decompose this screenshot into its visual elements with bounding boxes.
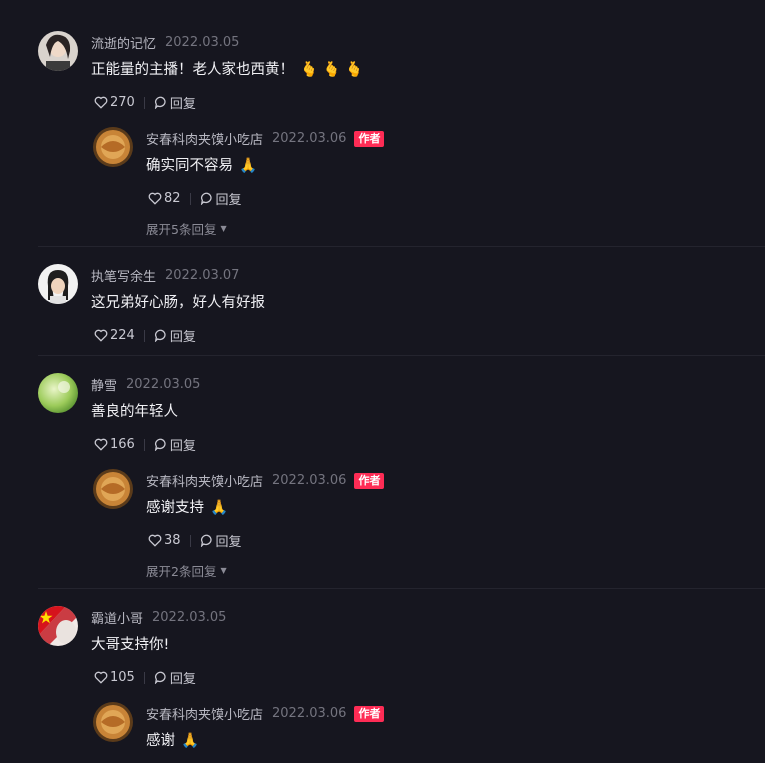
comment-date: 2022.03.05 [165, 35, 240, 50]
comment-text: 正能量的主播！老人家也西黄！ [91, 62, 294, 78]
reply-text: 感谢 [146, 733, 175, 749]
reply-button[interactable]: 回复 [154, 93, 196, 112]
comment-text: 大哥支持你! [91, 637, 170, 653]
like-count: 105 [110, 670, 135, 685]
author-avatar[interactable] [93, 127, 133, 167]
reply-button[interactable]: 回复 [154, 435, 196, 454]
divider [143, 96, 145, 109]
comment-bubble-icon [200, 192, 212, 205]
reply-label: 回复 [215, 535, 242, 550]
comment-2: 执笔写余生 2022.03.07 这兄弟好心肠，好人有好报 224 回复 [0, 247, 765, 365]
author-badge: 作者 [354, 705, 385, 722]
divider [143, 329, 145, 342]
comment-text: 这兄弟好心肠，好人有好报 [91, 295, 265, 311]
divider [143, 438, 145, 451]
like-count: 82 [164, 191, 181, 206]
author-avatar[interactable] [93, 469, 133, 509]
like-count: 224 [110, 328, 135, 343]
username[interactable]: 流逝的记忆 [91, 33, 156, 52]
heart-icon [94, 671, 108, 684]
reply-label: 回复 [215, 193, 242, 208]
like-button[interactable]: 82 [148, 191, 181, 206]
reply-text: 感谢支持 [146, 500, 204, 516]
avatar[interactable] [38, 373, 78, 413]
reply-text: 确实同不容易 [146, 158, 233, 174]
reply-label: 回复 [169, 439, 196, 454]
reply-label: 回复 [169, 672, 196, 687]
divider [143, 671, 145, 684]
heart-icon [94, 438, 108, 451]
comment-date: 2022.03.07 [165, 268, 240, 283]
username[interactable]: 静雪 [91, 375, 117, 394]
expand-replies-button[interactable]: 展开2条回复 ▼ [146, 561, 227, 580]
caret-down-icon: ▼ [220, 566, 227, 575]
comment-bubble-icon [200, 534, 212, 547]
comment-bubble-icon [154, 96, 166, 109]
comment-date: 2022.03.05 [152, 610, 227, 625]
reply-label: 回复 [169, 97, 196, 112]
heart-icon [148, 192, 162, 205]
comment-bubble-icon [154, 329, 166, 342]
reply-button[interactable]: 回复 [154, 326, 196, 345]
author-avatar[interactable] [93, 702, 133, 742]
heart-icon [94, 329, 108, 342]
like-button[interactable]: 166 [94, 437, 135, 452]
heart-icon [148, 534, 162, 547]
like-count: 166 [110, 437, 135, 452]
comment-text: 善良的年轻人 [91, 404, 178, 420]
avatar[interactable] [38, 606, 78, 646]
caret-down-icon: ▼ [220, 224, 227, 233]
avatar[interactable] [38, 31, 78, 71]
comment-1: 流逝的记忆 2022.03.05 正能量的主播！老人家也西黄！ 🫰 🫰 🫰 270… [0, 0, 765, 245]
like-button[interactable]: 270 [94, 95, 135, 110]
expand-replies-button[interactable]: 展开5条回复 ▼ [146, 219, 227, 238]
username[interactable]: 安春科肉夹馍小吃店 [146, 471, 263, 490]
expand-label: 展开5条回复 [146, 222, 217, 237]
comment-bubble-icon [154, 671, 166, 684]
like-button[interactable]: 224 [94, 328, 135, 343]
username[interactable]: 执笔写余生 [91, 266, 156, 285]
comment-bubble-icon [154, 438, 166, 451]
reply-button[interactable]: 回复 [200, 189, 242, 208]
author-badge: 作者 [354, 130, 385, 147]
emoji: 🙏 [239, 158, 258, 174]
reply-label: 回复 [169, 330, 196, 345]
emoji: 🙏 [181, 733, 200, 749]
comment-date: 2022.03.05 [126, 377, 201, 392]
like-button[interactable]: 38 [148, 533, 181, 548]
like-count: 38 [164, 533, 181, 548]
username[interactable]: 安春科肉夹馍小吃店 [146, 704, 263, 723]
divider [189, 534, 191, 547]
author-badge: 作者 [354, 472, 385, 489]
comment-date: 2022.03.06 [272, 473, 347, 488]
divider [189, 192, 191, 205]
comment-date: 2022.03.06 [272, 706, 347, 721]
emoji: 🙏 [210, 500, 229, 516]
username[interactable]: 安春科肉夹馍小吃店 [146, 129, 263, 148]
username[interactable]: 霸道小哥 [91, 608, 143, 627]
reply-button[interactable]: 回复 [154, 668, 196, 687]
comment-3: 静雪 2022.03.05 善良的年轻人 166 回复 安春科肉夹馍小吃店 20… [0, 356, 765, 588]
like-button[interactable]: 105 [94, 670, 135, 685]
comment-date: 2022.03.06 [272, 131, 347, 146]
emoji: 🫰 🫰 🫰 [300, 62, 364, 78]
like-count: 270 [110, 95, 135, 110]
heart-icon [94, 96, 108, 109]
expand-label: 展开2条回复 [146, 564, 217, 579]
reply-button[interactable]: 回复 [200, 531, 242, 550]
comment-4: 霸道小哥 2022.03.05 大哥支持你! 105 回复 安春科肉夹馍小吃店 … [0, 589, 765, 763]
avatar[interactable] [38, 264, 78, 304]
